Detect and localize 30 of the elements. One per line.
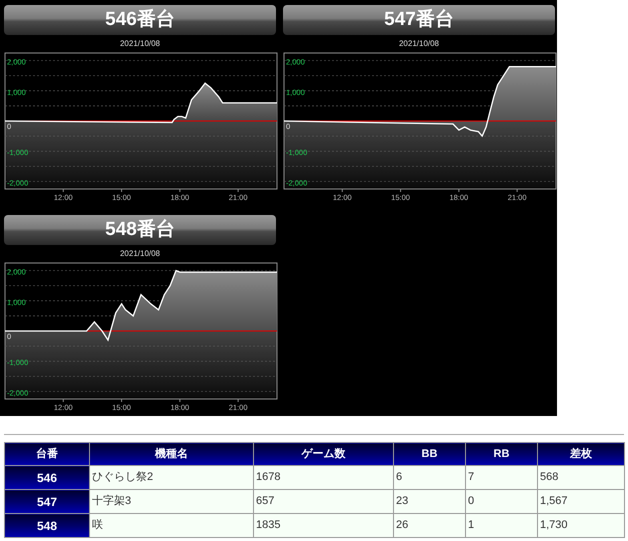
table-cell: ひぐらし祭2: [90, 466, 254, 490]
table-cell: 26: [394, 514, 466, 538]
table-cell: 0: [466, 490, 538, 514]
table-cell: 十字架3: [90, 490, 254, 514]
column-header: 台番: [4, 442, 90, 466]
panel-title-bar: 546番台: [4, 5, 276, 35]
table-cell: 7: [466, 466, 538, 490]
panel-title-bar: 548番台: [4, 215, 276, 245]
table-cell: 568: [538, 466, 624, 490]
table-cell: 6: [394, 466, 466, 490]
row-header-cell: 547: [4, 490, 90, 514]
column-header: BB: [394, 442, 466, 466]
column-header: 差枚: [538, 442, 624, 466]
chart-date: 2021/10/08: [118, 39, 162, 49]
chart-date: 2021/10/08: [398, 39, 440, 49]
table-cell: 1: [466, 514, 538, 538]
table-cell: 1835: [254, 514, 394, 538]
column-header: 機種名: [90, 442, 254, 466]
table-cell: 23: [394, 490, 466, 514]
column-header: ゲーム数: [254, 442, 394, 466]
panel-title-bar: 547番台: [283, 5, 555, 35]
column-header: RB: [466, 442, 538, 466]
table-cell: 1678: [254, 466, 394, 490]
chart-date: 2021/10/08: [118, 249, 162, 259]
table-cell: 1,730: [538, 514, 624, 538]
table-cell: 657: [254, 490, 394, 514]
table-cell: 咲: [90, 514, 254, 538]
row-header-cell: 548: [4, 514, 90, 538]
table-cell: 1,567: [538, 490, 624, 514]
row-header-cell: 546: [4, 466, 90, 490]
